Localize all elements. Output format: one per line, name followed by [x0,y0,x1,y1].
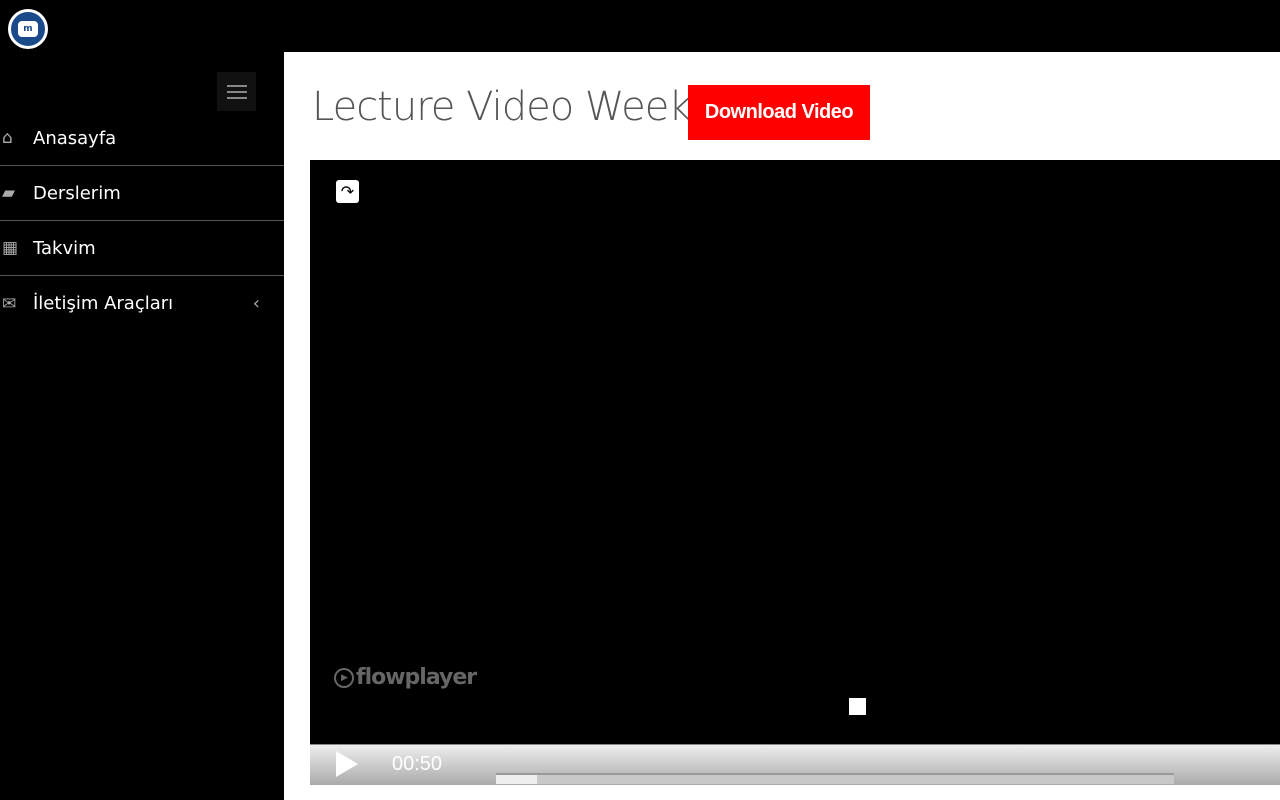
sidebar-item-label: İletişim Araçları [33,293,174,314]
elapsed-time: 00:50 [392,753,443,775]
sidebar-nav: ⌂ Anasayfa ▰ Derslerim ▦ Takvim ✉ İletişim A… [0,111,284,331]
logo-mark: m [18,21,38,37]
sidebar-item-anasayfa[interactable]: ⌂ Anasayfa [0,111,284,166]
share-icon[interactable]: ↷ [336,180,359,203]
chevron-left-icon: ‹ [252,293,260,314]
sidebar-item-derslerim[interactable]: ▰ Derslerim [0,166,284,221]
sidebar-item-takvim[interactable]: ▦ Takvim [0,221,284,276]
buffered-progress [496,775,537,784]
sidebar-item-label: Derslerim [33,182,121,204]
loading-indicator [849,698,866,715]
play-circle-icon: ▶ [334,667,354,688]
play-button[interactable] [336,751,358,777]
sidebar-item-label: Takvim [33,237,96,259]
flowplayer-brand: flowplayer [356,665,477,690]
flowplayer-logo[interactable]: ▶ flowplayer [334,665,477,690]
sidebar-item-label: Anasayfa [33,127,117,149]
video-player[interactable]: ↷ ▶ flowplayer 00:50 [310,160,1280,785]
download-video-button[interactable]: Download Video [688,85,870,140]
book-icon: ▰ [2,183,16,203]
university-logo[interactable]: m [8,9,48,49]
menu-toggle-button[interactable] [217,72,256,111]
sidebar-item-iletisim-araclari[interactable]: ✉ İletişim Araçları ‹ [0,276,284,331]
envelope-icon: ✉ [2,293,17,314]
seek-bar[interactable] [496,773,1174,784]
main-content: Lecture Video Week 1 Download Video ↷ ▶ f… [284,52,1280,800]
player-controls: 00:50 [310,744,1280,785]
home-icon: ⌂ [2,128,13,148]
page-title: Lecture Video Week 1 [312,84,728,130]
calendar-icon: ▦ [2,238,19,258]
